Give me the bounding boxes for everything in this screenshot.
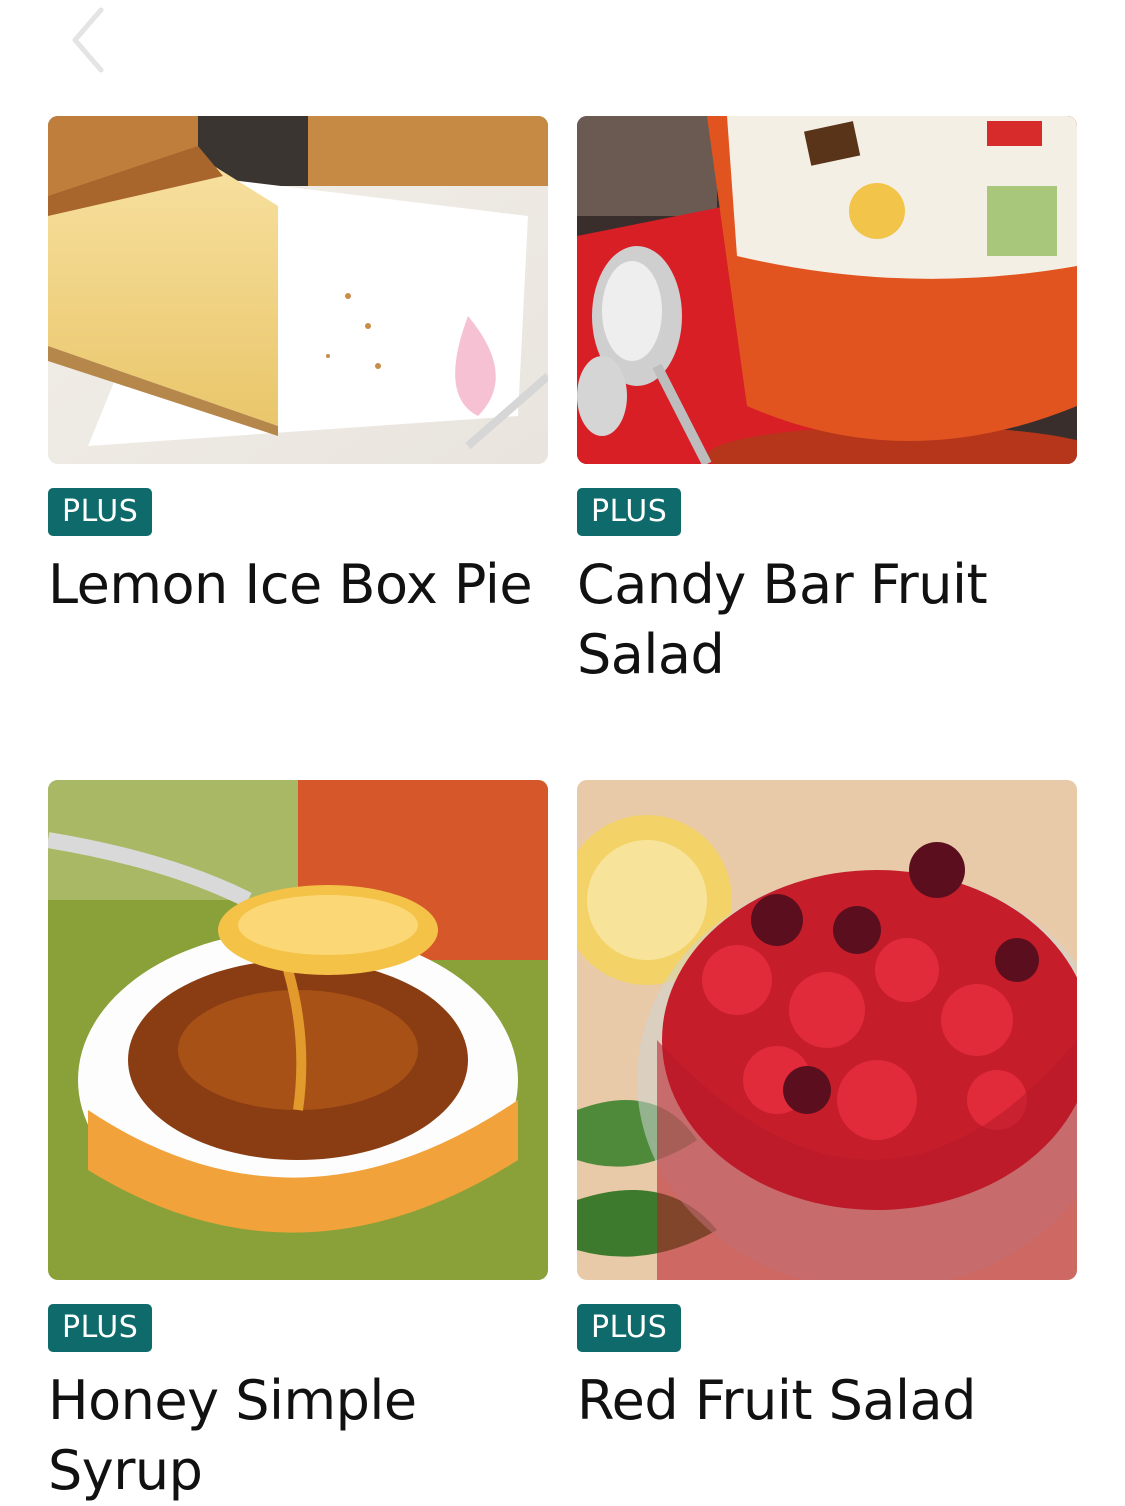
plus-badge: PLUS [48,488,153,536]
plus-badge: PLUS [577,1304,682,1352]
red-fruit-salad-image [577,780,1077,1280]
honey-syrup-image [48,780,548,1280]
chevron-left-icon [72,7,104,73]
recipe-card-lemon-ice-box-pie[interactable]: PLUS Lemon Ice Box Pie [48,116,548,780]
recipe-image[interactable] [577,780,1077,1280]
recipe-title[interactable]: Honey Simple Syrup [48,1366,548,1506]
plus-badge: PLUS [577,488,682,536]
recipe-image[interactable] [48,780,548,1280]
recipe-title[interactable]: Candy Bar Fruit Salad [577,550,997,690]
recipe-image[interactable] [48,116,548,464]
back-button[interactable] [52,0,122,80]
lemon-pie-image [48,116,548,464]
recipe-card-red-fruit-salad[interactable]: PLUS Red Fruit Salad [577,780,1077,1480]
recipe-image[interactable] [577,116,1077,464]
candy-bar-salad-image [577,116,1077,464]
recipe-card-candy-bar-fruit-salad[interactable]: PLUS Candy Bar Fruit Salad [577,116,1077,780]
top-bar [0,0,1125,100]
recipe-card-honey-simple-syrup[interactable]: PLUS Honey Simple Syrup [48,780,548,1502]
plus-badge: PLUS [48,1304,153,1352]
recipe-grid: PLUS Lemon Ice Box Pie PLUS Candy Bar Fr… [48,116,1077,1502]
recipe-title[interactable]: Lemon Ice Box Pie [48,550,548,620]
recipe-title[interactable]: Red Fruit Salad [577,1366,1077,1436]
